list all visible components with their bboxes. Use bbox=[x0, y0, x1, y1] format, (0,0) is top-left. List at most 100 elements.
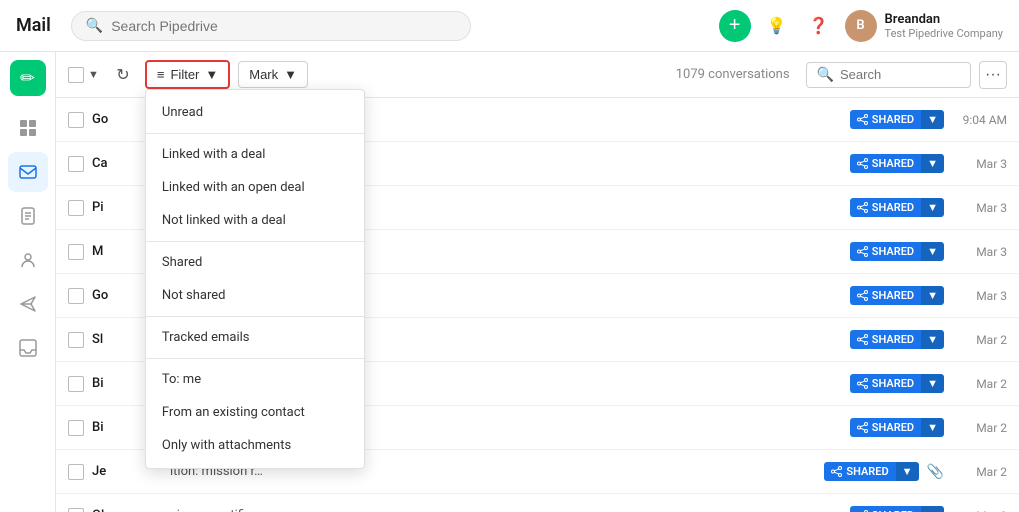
email-checkbox[interactable] bbox=[68, 244, 84, 260]
email-checkbox[interactable] bbox=[68, 332, 84, 348]
user-name: Breandan bbox=[885, 12, 1003, 27]
filter-chevron-icon: ▼ bbox=[205, 67, 218, 82]
shared-badge: SHARED bbox=[850, 286, 921, 305]
shared-badge-container: SHARED ▼ bbox=[850, 330, 944, 349]
shared-badge-dropdown[interactable]: ▼ bbox=[921, 330, 944, 349]
global-search-bar[interactable]: 🔍 bbox=[71, 11, 471, 41]
sidebar-item-inbox[interactable] bbox=[8, 328, 48, 368]
shared-badge-container: SHARED ▼ bbox=[824, 462, 918, 481]
select-all-checkbox[interactable] bbox=[68, 67, 84, 83]
email-time: Mar 2 bbox=[952, 333, 1007, 347]
global-search-input[interactable] bbox=[111, 18, 456, 34]
sidebar-item-send[interactable] bbox=[8, 284, 48, 324]
add-button[interactable]: + bbox=[719, 10, 751, 42]
filter-option-shared[interactable]: Shared bbox=[146, 246, 364, 279]
global-search-icon: 🔍 bbox=[86, 18, 103, 34]
email-time: Mar 3 bbox=[952, 289, 1007, 303]
mark-chevron-icon: ▼ bbox=[284, 67, 297, 82]
shared-badge-dropdown[interactable]: ▼ bbox=[921, 110, 944, 129]
mark-button[interactable]: Mark ▼ bbox=[238, 61, 308, 88]
user-company: Test Pipedrive Company bbox=[885, 27, 1003, 40]
user-avatar-area[interactable]: B Breandan Test Pipedrive Company bbox=[845, 10, 1003, 42]
email-time: Mar 3 bbox=[952, 157, 1007, 171]
shared-badge-dropdown[interactable]: ▼ bbox=[921, 374, 944, 393]
shared-badge-dropdown[interactable]: ▼ bbox=[921, 418, 944, 437]
filter-option-to-me[interactable]: To: me bbox=[146, 363, 364, 396]
avatar: B bbox=[845, 10, 877, 42]
toolbar: ▼ ↻ ≡ Filter ▼ Unread Linked with a deal… bbox=[56, 52, 1019, 98]
sidebar-item-contacts[interactable] bbox=[8, 240, 48, 280]
select-all-area: ▼ bbox=[68, 67, 101, 83]
toolbar-search-input[interactable] bbox=[840, 67, 960, 82]
shared-badge: SHARED bbox=[850, 374, 921, 393]
filter-option-unread[interactable]: Unread bbox=[146, 96, 364, 129]
compose-button[interactable]: ✏ bbox=[10, 60, 46, 96]
top-nav: Mail 🔍 + 💡 ❓ B Breandan Test Pipedrive C… bbox=[0, 0, 1019, 52]
filter-button[interactable]: ≡ Filter ▼ bbox=[145, 60, 230, 89]
content-area: ▼ ↻ ≡ Filter ▼ Unread Linked with a deal… bbox=[56, 52, 1019, 512]
shared-badge: SHARED bbox=[850, 330, 921, 349]
filter-option-tracked[interactable]: Tracked emails bbox=[146, 321, 364, 354]
email-checkbox[interactable] bbox=[68, 420, 84, 436]
sidebar-item-mail[interactable] bbox=[8, 152, 48, 192]
shared-badge-container: SHARED ▼ bbox=[850, 242, 944, 261]
filter-option-not-shared[interactable]: Not shared bbox=[146, 279, 364, 312]
sidebar-item-dashboard[interactable] bbox=[8, 108, 48, 148]
shared-badge-container: SHARED ▼ bbox=[850, 418, 944, 437]
filter-option-attachments[interactable]: Only with attachments bbox=[146, 429, 364, 462]
email-time: 9:04 AM bbox=[952, 113, 1007, 127]
shared-badge: SHARED bbox=[850, 154, 921, 173]
shared-badge-dropdown[interactable]: ▼ bbox=[921, 198, 944, 217]
filter-icon: ≡ bbox=[157, 67, 165, 82]
email-sender: Ol bbox=[92, 508, 162, 512]
refresh-button[interactable]: ↻ bbox=[109, 61, 137, 89]
email-subject: sign-on notifica… bbox=[170, 508, 842, 512]
app-title: Mail bbox=[16, 15, 51, 36]
filter-option-linked-deal[interactable]: Linked with a deal bbox=[146, 138, 364, 171]
select-all-chevron[interactable]: ▼ bbox=[86, 67, 101, 83]
attachment-icon: 📎 bbox=[927, 464, 944, 480]
mark-label: Mark bbox=[249, 67, 278, 82]
shared-badge-container: SHARED ▼ bbox=[850, 374, 944, 393]
filter-option-linked-open-deal[interactable]: Linked with an open deal bbox=[146, 171, 364, 204]
more-options-button[interactable]: ··· bbox=[979, 61, 1007, 89]
shared-badge: SHARED bbox=[850, 198, 921, 217]
email-checkbox[interactable] bbox=[68, 156, 84, 172]
lightbulb-button[interactable]: 💡 bbox=[761, 10, 793, 42]
shared-badge-container: SHARED ▼ bbox=[850, 110, 944, 129]
filter-option-not-linked-deal[interactable]: Not linked with a deal bbox=[146, 204, 364, 237]
email-checkbox[interactable] bbox=[68, 288, 84, 304]
shared-badge-container: SHARED ▼ bbox=[850, 198, 944, 217]
shared-badge-dropdown[interactable]: ▼ bbox=[921, 154, 944, 173]
sidebar-item-documents[interactable] bbox=[8, 196, 48, 236]
shared-badge-dropdown[interactable]: ▼ bbox=[896, 462, 919, 481]
toolbar-search[interactable]: 🔍 bbox=[806, 62, 971, 88]
shared-badge: SHARED bbox=[850, 418, 921, 437]
email-time: Mar 3 bbox=[952, 201, 1007, 215]
email-row[interactable]: Ol sign-on notifica… SHARED ▼ Mar 2 bbox=[56, 494, 1019, 512]
shared-badge-dropdown[interactable]: ▼ bbox=[921, 506, 944, 512]
divider-4 bbox=[146, 358, 364, 359]
main-layout: ✏ ▼ ↻ ≡ bbox=[0, 52, 1019, 512]
shared-badge-dropdown[interactable]: ▼ bbox=[921, 242, 944, 261]
email-checkbox[interactable] bbox=[68, 508, 84, 512]
shared-badge-dropdown[interactable]: ▼ bbox=[921, 286, 944, 305]
email-checkbox[interactable] bbox=[68, 200, 84, 216]
filter-wrapper: ≡ Filter ▼ Unread Linked with a deal Lin… bbox=[145, 60, 230, 89]
email-time: Mar 3 bbox=[952, 245, 1007, 259]
filter-dropdown: Unread Linked with a deal Linked with an… bbox=[145, 89, 365, 469]
nav-actions: + 💡 ❓ B Breandan Test Pipedrive Company bbox=[719, 10, 1003, 42]
email-checkbox[interactable] bbox=[68, 464, 84, 480]
filter-label: Filter bbox=[170, 67, 199, 82]
shared-badge: SHARED bbox=[824, 462, 895, 481]
shared-badge: SHARED bbox=[850, 242, 921, 261]
email-checkbox[interactable] bbox=[68, 376, 84, 392]
email-time: Mar 2 bbox=[952, 465, 1007, 479]
conversations-count: 1079 conversations bbox=[676, 67, 790, 82]
divider-2 bbox=[146, 241, 364, 242]
divider-3 bbox=[146, 316, 364, 317]
help-button[interactable]: ❓ bbox=[803, 10, 835, 42]
filter-option-existing-contact[interactable]: From an existing contact bbox=[146, 396, 364, 429]
divider-1 bbox=[146, 133, 364, 134]
email-checkbox[interactable] bbox=[68, 112, 84, 128]
